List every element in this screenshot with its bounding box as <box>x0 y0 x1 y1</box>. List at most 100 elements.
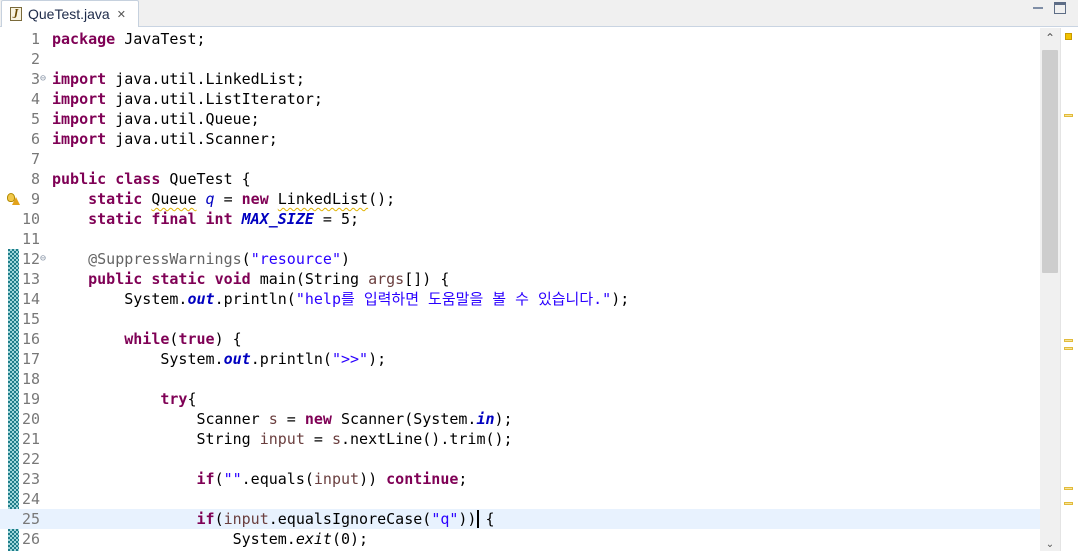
code-line[interactable]: 14 System.out.println("help를 입력하면 도움말을 볼… <box>0 289 1040 309</box>
code-line[interactable]: 19 try{ <box>0 389 1040 409</box>
code-line[interactable]: 13 public static void main(String args[]… <box>0 269 1040 289</box>
code-line[interactable]: 22 <box>0 449 1040 469</box>
code-line[interactable]: 11 <box>0 229 1040 249</box>
code-text[interactable]: static Queue q = new LinkedList(); <box>52 189 395 209</box>
code-text[interactable]: if("".equals(input)) continue; <box>52 469 468 489</box>
code-line[interactable]: 12 ⊖ @SuppressWarnings("resource") <box>0 249 1040 269</box>
code-token: static <box>88 210 143 228</box>
code-token: class <box>115 170 161 188</box>
overview-warning-marker[interactable] <box>1064 114 1073 117</box>
warning-summary-icon[interactable] <box>1065 33 1072 40</box>
code-line[interactable]: 8 public class QueTest { <box>0 169 1040 189</box>
code-token: while <box>124 330 170 348</box>
code-text[interactable]: System.exit(0); <box>52 529 368 549</box>
scroll-down-icon[interactable]: ⌄ <box>1044 540 1056 550</box>
code-text[interactable]: public class QueTest { <box>52 169 251 189</box>
code-token: .nextLine().trim(); <box>341 430 513 448</box>
code-text[interactable]: try{ <box>52 389 196 409</box>
tab-quetest-java[interactable]: J QueTest.java ✕ <box>1 0 139 27</box>
scroll-up-icon[interactable]: ⌃ <box>1044 32 1056 44</box>
code-token: LinkedList <box>277 190 369 208</box>
code-text[interactable]: import java.util.Queue; <box>52 109 260 129</box>
close-icon[interactable]: ✕ <box>117 8 126 21</box>
code-token: "" <box>223 470 242 488</box>
code-line[interactable]: 3 ⊖ import java.util.LinkedList; <box>0 69 1040 89</box>
code-token: .println( <box>250 350 332 368</box>
code-line[interactable]: 6 import java.util.Scanner; <box>0 129 1040 149</box>
line-number: 12 <box>21 250 40 268</box>
overview-warning-marker[interactable] <box>1064 502 1073 505</box>
line-number: 4 <box>30 90 40 108</box>
line-number: 20 <box>21 410 40 428</box>
code-text[interactable]: if(input.equalsIgnoreCase("q")) { <box>52 509 495 529</box>
code-line[interactable]: 25 if(input.equalsIgnoreCase("q")) { <box>0 509 1040 529</box>
line-number: 8 <box>30 170 40 188</box>
code-text[interactable]: import java.util.LinkedList; <box>52 69 305 89</box>
code-line[interactable]: 18 <box>0 369 1040 389</box>
code-token: (0); <box>331 530 369 548</box>
code-text[interactable]: System.out.println(">>"); <box>52 349 386 369</box>
code-text[interactable]: @SuppressWarnings("resource") <box>52 249 350 269</box>
code-token: args <box>368 270 405 288</box>
minimize-icon[interactable] <box>1032 2 1044 14</box>
overview-warning-marker[interactable] <box>1064 339 1073 342</box>
code-text[interactable]: System.out.println("help를 입력하면 도움말을 볼 수 … <box>52 289 629 309</box>
code-text[interactable]: static final int MAX_SIZE = 5; <box>52 209 359 229</box>
code-token: @SuppressWarnings <box>88 250 242 268</box>
code-line[interactable]: 26 System.exit(0); <box>0 529 1040 549</box>
code-line[interactable]: 23 if("".equals(input)) continue; <box>0 469 1040 489</box>
code-token: if <box>196 510 215 528</box>
code-line[interactable]: 2 <box>0 49 1040 69</box>
vertical-scrollbar[interactable]: ⌃ ⌄ <box>1040 28 1060 551</box>
code-text[interactable]: String input = s.nextLine().trim(); <box>52 429 513 449</box>
code-token: .equalsIgnoreCase( <box>268 510 432 528</box>
code-line[interactable]: 9 static Queue q = new LinkedList(); <box>0 189 1040 209</box>
maximize-icon[interactable] <box>1054 2 1066 14</box>
code-line[interactable]: 7 <box>0 149 1040 169</box>
code-token: { <box>476 510 495 528</box>
code-line[interactable]: 24 <box>0 489 1040 509</box>
code-line[interactable]: 20 Scanner s = new Scanner(System.in); <box>0 409 1040 429</box>
overview-warning-marker[interactable] <box>1064 347 1073 350</box>
line-number: 2 <box>30 50 40 68</box>
code-token: ">>" <box>331 350 369 368</box>
code-token: )) <box>458 510 477 528</box>
line-number: 17 <box>21 350 40 368</box>
code-line[interactable]: 16 while(true) { <box>0 329 1040 349</box>
code-line[interactable]: 21 String input = s.nextLine().trim(); <box>0 429 1040 449</box>
code-editor[interactable]: 1 package JavaTest; 2 3 ⊖ import java.util.Li… <box>0 28 1078 551</box>
code-text[interactable]: Scanner s = new Scanner(System.in); <box>52 409 512 429</box>
code-token: System. <box>52 350 224 368</box>
code-text[interactable]: import java.util.ListIterator; <box>52 89 323 109</box>
code-token: in <box>476 410 495 428</box>
code-line[interactable]: 5 import java.util.Queue; <box>0 109 1040 129</box>
fold-toggle-icon[interactable]: ⊖ <box>40 249 46 269</box>
code-token: ); <box>368 350 387 368</box>
code-text[interactable]: package JavaTest; <box>52 29 206 49</box>
code-token: import <box>52 110 107 128</box>
code-token: continue <box>386 470 459 488</box>
code-text[interactable]: while(true) { <box>52 329 241 349</box>
code-token: "help를 입력하면 도움말을 볼 수 있습니다." <box>295 290 612 308</box>
code-text[interactable]: import java.util.Scanner; <box>52 129 278 149</box>
fold-toggle-icon[interactable]: ⊖ <box>40 69 46 89</box>
code-line[interactable]: 17 System.out.println(">>"); <box>0 349 1040 369</box>
scrollbar-thumb[interactable] <box>1042 50 1058 273</box>
overview-ruler[interactable] <box>1060 28 1078 551</box>
line-number: 25 <box>21 510 40 528</box>
code-token: exit <box>295 530 332 548</box>
overview-warning-marker[interactable] <box>1064 487 1073 490</box>
code-text[interactable]: public static void main(String args[]) { <box>52 269 449 289</box>
code-token: static <box>88 190 143 208</box>
code-token: (); <box>368 190 396 208</box>
code-line[interactable]: 10 static final int MAX_SIZE = 5; <box>0 209 1040 229</box>
code-line[interactable]: 4 import java.util.ListIterator; <box>0 89 1040 109</box>
code-token: MAX_SIZE <box>241 210 314 228</box>
code-line[interactable]: 15 <box>0 309 1040 329</box>
code-token: ( <box>214 470 224 488</box>
code-line[interactable]: 1 package JavaTest; <box>0 29 1040 49</box>
code-token: true <box>178 330 215 348</box>
